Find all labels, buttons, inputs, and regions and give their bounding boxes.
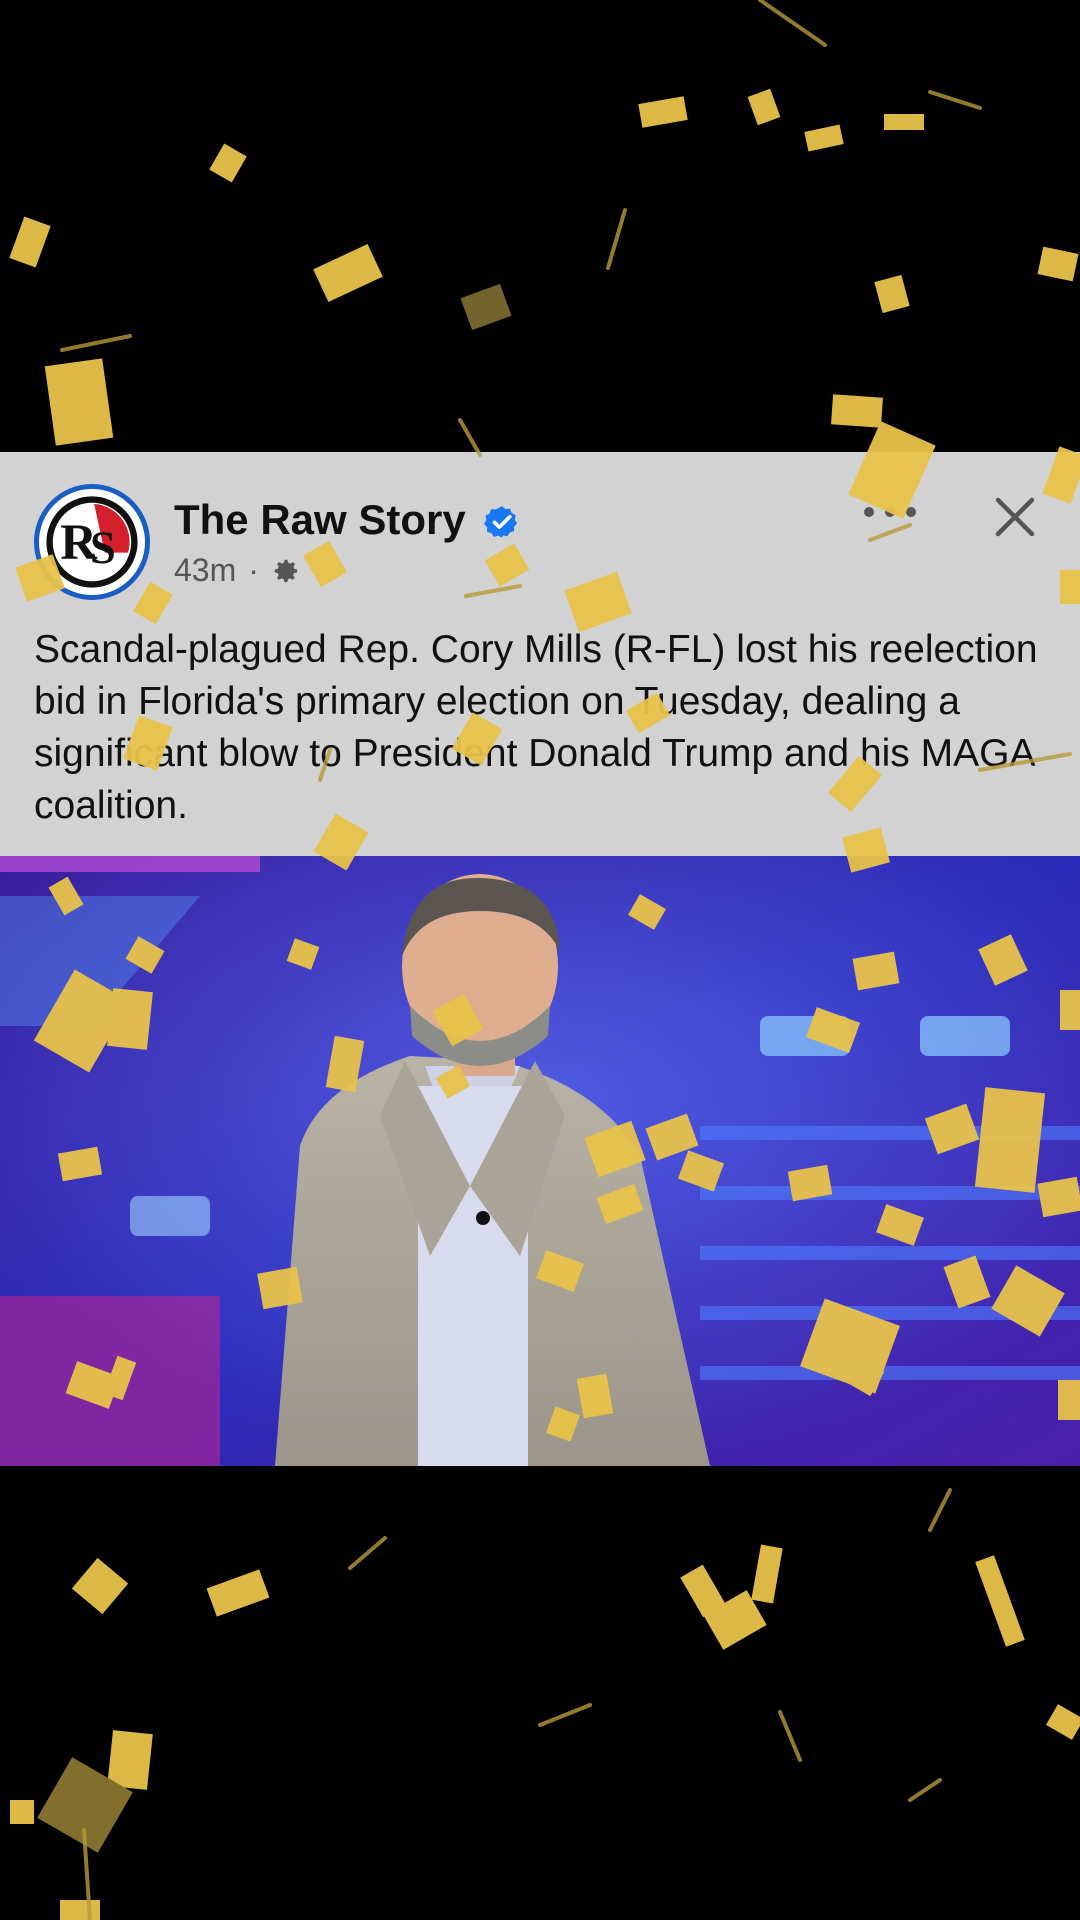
raw-story-logo: R S [39, 489, 145, 595]
meta-separator: · [248, 552, 259, 588]
post-timestamp[interactable]: 43m [174, 552, 236, 589]
post-card: R S The Raw Story 43m · Scandal-plagued … [0, 452, 1080, 856]
verified-badge-icon [484, 506, 518, 538]
gear-icon [274, 559, 298, 582]
post-photo [0, 856, 1080, 1466]
post-image[interactable] [0, 856, 1080, 1466]
screen: R S The Raw Story 43m · Scandal-plagued … [0, 0, 1080, 1920]
more-options-icon[interactable] [864, 492, 916, 532]
svg-text:S: S [90, 522, 116, 574]
page-avatar[interactable]: R S [34, 484, 150, 600]
post-text: Scandal-plagued Rep. Cory Mills (R-FL) l… [34, 628, 1038, 827]
post-meta: 43m · [174, 552, 301, 589]
close-icon[interactable] [990, 492, 1040, 542]
page-name[interactable]: The Raw Story [174, 496, 466, 544]
